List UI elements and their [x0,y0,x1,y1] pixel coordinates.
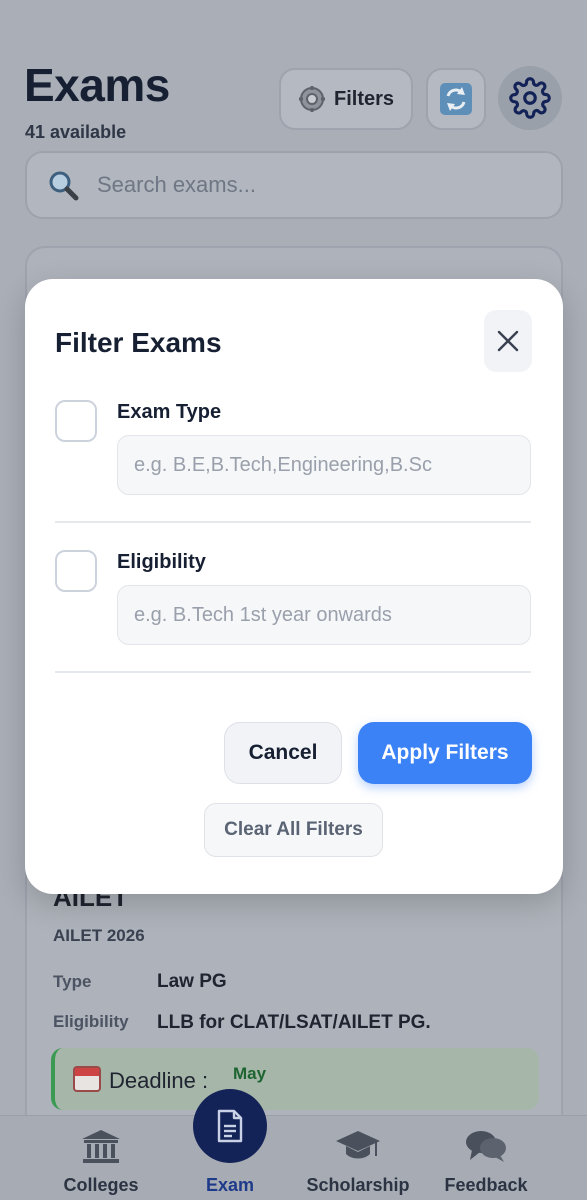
filter-modal: Filter Exams Exam Type Eligibility Cance… [25,279,563,894]
apply-filters-button[interactable]: Apply Filters [358,722,532,784]
divider [55,521,531,523]
close-icon [497,330,519,352]
eligibility-checkbox[interactable] [55,550,97,592]
divider [55,671,531,673]
exam-type-input[interactable] [117,435,531,495]
eligibility-input[interactable] [117,585,531,645]
close-button[interactable] [484,310,532,372]
modal-title: Filter Exams [55,327,222,358]
exam-type-checkbox[interactable] [55,400,97,442]
eligibility-field-label: Eligibility [117,551,206,573]
cancel-button[interactable]: Cancel [224,722,342,784]
exam-type-label: Exam Type [117,401,222,423]
clear-all-filters-button[interactable]: Clear All Filters [204,803,383,857]
